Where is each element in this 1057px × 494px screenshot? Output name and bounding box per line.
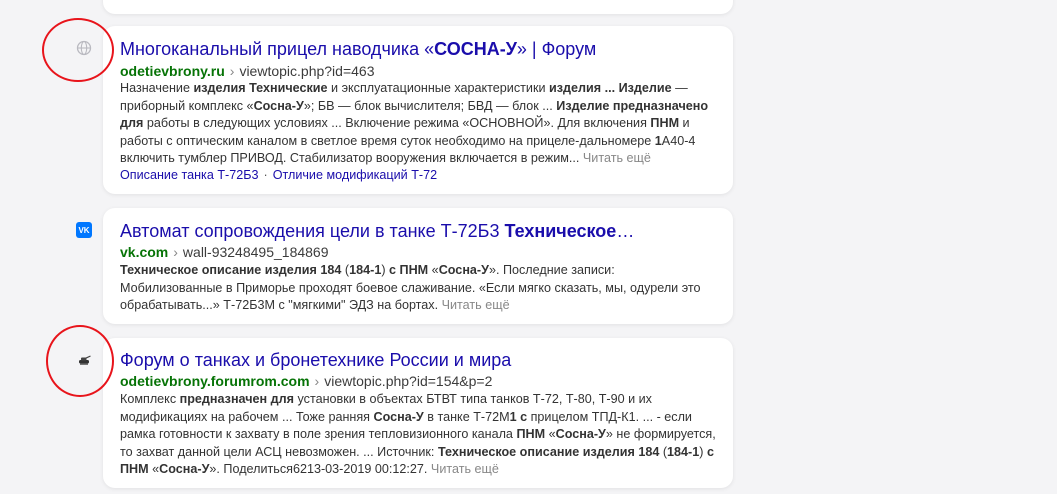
text-fragment: Автомат сопровождения цели в танке Т-72Б… [120,221,505,241]
vk-icon: VK [74,220,94,240]
text-fragment: Форум о танках и бронетехнике России и м… [120,350,512,370]
read-more-link[interactable]: Читать ещё [431,462,499,476]
highlighted-text: Техническое описание изделия 184 [437,444,660,459]
annotation-circle [46,325,114,397]
sitelink-1[interactable]: Описание танка Т-72Б3 [120,168,258,182]
text-fragment: ( [341,263,350,277]
result-snippet: Назначение изделия Технические и эксплуа… [120,80,720,168]
text-fragment: ) [699,444,707,459]
highlighted-text: изделия ... Изделие [548,81,672,95]
result-path[interactable]: viewtopic.php?id=463 [239,63,374,79]
result-domain[interactable]: odetievbrony.ru [120,63,225,79]
highlighted-text: 184-1 [667,444,700,459]
text-fragment: и эксплуатационные характеристики [327,81,549,95]
highlighted-text: Сосна-У [159,462,210,476]
result-url[interactable]: odetievbrony.forumrom.com › viewtopic.php?… [120,372,492,390]
highlighted-text: Сосна-У [438,263,489,277]
text-fragment: работы в следующих условиях ... Включени… [143,116,651,130]
text-fragment: ( [659,444,668,459]
highlighted-text: Сосна-У [373,409,424,424]
result-snippet: Комплекс предназначен для установки в об… [120,391,720,479]
sitelink-2[interactable]: Отличие модификаций Т-72 [273,168,437,182]
text-fragment: »; БВ — блок вычислителя; БВД — блок ... [303,98,557,113]
result-snippet: Техническое описание изделия 184 (184-1)… [120,262,720,315]
text-fragment: » | Форум [516,39,597,59]
previous-result-card [103,0,733,14]
highlighted-text: Сосна-У [253,98,304,113]
annotation-circle [42,18,114,82]
result-title-link[interactable]: Автомат сопровождения цели в танке Т-72Б… [120,220,634,242]
text-fragment: Многоканальный прицел наводчика « [120,39,435,59]
highlighted-text: с ПНМ [389,263,429,277]
breadcrumb-separator: › [229,63,235,79]
text-fragment: … [616,221,635,241]
highlighted-text: Техническое описание изделия 184 [120,263,342,277]
text-fragment: « [545,427,556,441]
text-fragment: ». Поделиться6213-03-2019 00:12:27. [209,462,428,476]
vk-logo: VK [76,222,92,238]
highlighted-text: 1 [654,133,662,148]
result-url[interactable]: odetievbrony.ru › viewtopic.php?id=463 [120,62,374,80]
highlighted-text: ПНМ [516,427,546,441]
sitelink-separator: · [263,168,268,182]
highlighted-text: Сосна-У [555,427,606,441]
breadcrumb-separator: › [314,373,320,389]
result-domain[interactable]: odetievbrony.forumrom.com [120,373,310,389]
highlighted-text: изделия Технические [193,81,328,95]
result-path[interactable]: wall-93248495_184869 [183,244,329,260]
highlighted-text: 1 с [509,409,528,424]
breadcrumb-separator: › [173,244,178,260]
sitelinks: Описание танка Т-72Б3 · Отличие модификаци… [120,168,437,182]
highlighted-text: СОСНА-У [434,39,517,59]
result-url[interactable]: vk.com › wall-93248495_184869 [120,243,329,261]
text-fragment: « [148,462,160,476]
read-more-link[interactable]: Читать ещё [442,298,510,312]
text-fragment: в танке Т-72М [423,409,510,424]
text-fragment: Назначение [120,81,194,95]
highlighted-text: ПНМ [650,116,680,130]
highlighted-text: Техническое [504,221,617,241]
highlighted-text: 184-1 [349,263,382,277]
result-domain[interactable]: vk.com [120,244,168,260]
text-fragment: Комплекс [120,392,180,406]
result-title-link[interactable]: Многоканальный прицел наводчика «СОСНА-У… [120,38,596,60]
read-more-link[interactable]: Читать ещё [583,151,651,165]
highlighted-text: предназначен для [179,392,295,406]
text-fragment: « [428,263,439,277]
text-fragment: ) [381,263,390,277]
result-title-link[interactable]: Форум о танках и бронетехнике России и м… [120,349,511,371]
result-path[interactable]: viewtopic.php?id=154&p=2 [324,373,492,389]
